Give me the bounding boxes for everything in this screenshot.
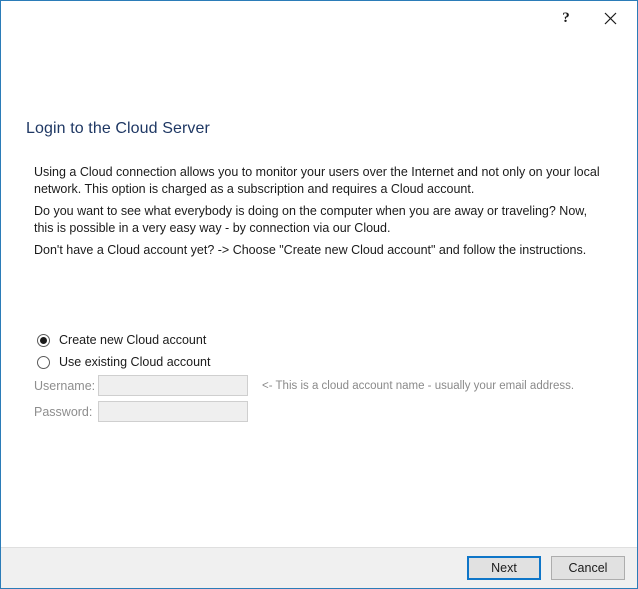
close-icon[interactable] [595, 5, 625, 31]
username-field-row: Username: <- This is a cloud account nam… [34, 375, 574, 396]
radio-create-new-cloud-account[interactable]: Create new Cloud account [37, 329, 210, 351]
page-title: Login to the Cloud Server [26, 120, 210, 138]
radio-create-new-cloud-account-label: Create new Cloud account [59, 333, 206, 347]
username-input[interactable] [98, 375, 248, 396]
intro-paragraph-3: Don't have a Cloud account yet? -> Choos… [34, 242, 609, 259]
username-hint: <- This is a cloud account name - usuall… [262, 380, 574, 392]
password-field-row: Password: [34, 401, 248, 422]
intro-paragraph-2: Do you want to see what everybody is doi… [34, 203, 609, 237]
help-glyph: ? [562, 10, 570, 27]
help-icon[interactable]: ? [551, 5, 581, 31]
intro-paragraph-1: Using a Cloud connection allows you to m… [34, 164, 609, 198]
title-bar: ? [1, 1, 637, 34]
radio-selected-icon[interactable] [37, 334, 50, 347]
cloud-login-dialog: ? Login to the Cloud Server Using a Clou… [0, 0, 638, 589]
cancel-button[interactable]: Cancel [551, 556, 625, 580]
username-label: Username: [34, 379, 96, 393]
radio-unselected-icon[interactable] [37, 356, 50, 369]
password-label: Password: [34, 405, 96, 419]
radio-use-existing-cloud-account-label: Use existing Cloud account [59, 355, 210, 369]
next-button[interactable]: Next [467, 556, 541, 580]
password-input[interactable] [98, 401, 248, 422]
radio-use-existing-cloud-account[interactable]: Use existing Cloud account [37, 351, 210, 373]
dialog-footer: Next Cancel [1, 547, 637, 588]
account-mode-radio-group: Create new Cloud account Use existing Cl… [37, 329, 210, 373]
dialog-content: Login to the Cloud Server Using a Cloud … [1, 34, 637, 547]
